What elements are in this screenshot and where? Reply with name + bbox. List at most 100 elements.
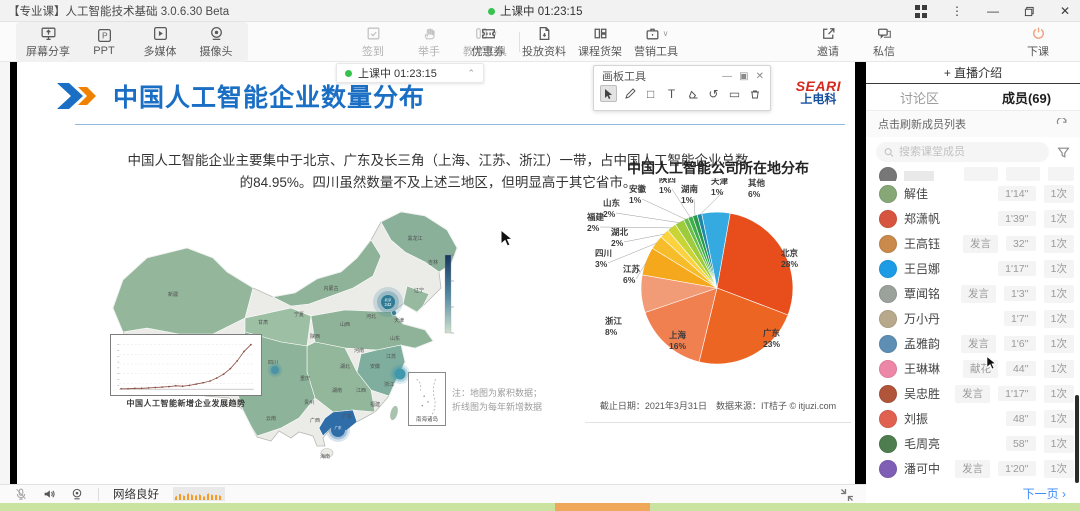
chevron-down-icon: ∨ <box>663 29 669 38</box>
member-duration: 1'6'' <box>1004 336 1036 351</box>
dm-button[interactable]: 私信 <box>856 23 912 61</box>
member-duration: 1'20'' <box>998 461 1036 476</box>
member-row[interactable]: 万小丹 1'7''1次 <box>866 306 1080 331</box>
close-button[interactable]: ✕ <box>1058 4 1072 18</box>
member-duration: 1'17'' <box>998 261 1036 276</box>
search-input[interactable] <box>899 146 1041 158</box>
check-in-button[interactable]: 签到 <box>345 23 401 61</box>
shelf-button[interactable]: 课程货架 <box>572 23 628 61</box>
pen-tool-button[interactable] <box>621 85 638 102</box>
invite-button[interactable]: 邀请 <box>800 23 856 61</box>
member-row[interactable]: 王吕娜 1'17''1次 <box>866 256 1080 281</box>
webcam-icon[interactable] <box>70 487 84 501</box>
member-name: 毛周亮 <box>904 435 940 452</box>
marketing-tools-button[interactable]: ∨ 营销工具 <box>628 23 684 61</box>
member-list[interactable]: 解佳 1'14''1次 郑潇帆 1'39''1次 王高钰 发言32''1次 王吕… <box>866 167 1080 484</box>
layout-grid-icon[interactable] <box>914 4 928 18</box>
eraser-icon <box>687 88 699 100</box>
collapse-chevron-icon[interactable]: ⌃ <box>467 68 475 79</box>
minimize-button[interactable]: — <box>986 4 1000 18</box>
check-in-icon <box>365 25 382 42</box>
panel-close-icon[interactable]: ✕ <box>756 71 764 82</box>
trend-line <box>121 345 251 389</box>
maximize-button[interactable] <box>1022 4 1036 18</box>
board-tools-panel: 画板工具 — ▣ ✕ □ T ↺ ▭ <box>593 65 771 111</box>
member-badge[interactable]: 发言 <box>963 235 998 253</box>
avatar <box>879 460 897 478</box>
member-row[interactable]: 毛周亮 58''1次 <box>866 431 1080 456</box>
south-sea-inset: 南海诸岛 <box>408 372 446 426</box>
member-row[interactable]: 覃闻铭 发言1'3''1次 <box>866 281 1080 306</box>
member-badge[interactable]: 发言 <box>955 385 990 403</box>
microphone-muted-icon[interactable] <box>14 487 28 501</box>
member-row[interactable]: 刘振 48''1次 <box>866 406 1080 431</box>
province-label-辽宁: 辽宁 <box>414 287 424 294</box>
coupon-button[interactable]: 优惠券 <box>460 23 516 61</box>
province-label-重庆: 重庆 <box>300 375 310 382</box>
province-label-福建: 福建 <box>370 401 380 408</box>
tab-discussion[interactable]: 讨论区 <box>866 84 973 110</box>
refresh-members-row[interactable]: 点击刷新成员列表 <box>866 111 1080 137</box>
eraser-tool-button[interactable] <box>684 85 701 102</box>
member-row[interactable]: 孟雅韵 发言1'6''1次 <box>866 331 1080 356</box>
avatar <box>879 410 897 428</box>
invite-icon <box>820 25 837 42</box>
member-row[interactable]: 王琳琳 献花44''1次 <box>866 356 1080 381</box>
member-row[interactable]: 解佳 1'14''1次 <box>866 181 1080 206</box>
raise-hand-button[interactable]: 举手 <box>401 23 457 61</box>
live-intro-label: + 直播介绍 <box>944 64 1002 81</box>
refresh-icon[interactable] <box>1056 118 1068 130</box>
clear-tool-button[interactable] <box>747 85 764 102</box>
bottom-progress-strip <box>0 503 1080 511</box>
slide-canvas[interactable]: 上课中 01:23:15 ⌃ 画板工具 — ▣ ✕ □ T <box>17 62 855 484</box>
tab-members[interactable]: 成员(69) <box>973 84 1080 110</box>
speaker-icon[interactable] <box>42 487 56 501</box>
avatar <box>879 185 897 203</box>
class-status: 上课中 01:23:15 <box>488 0 582 22</box>
province-label-湖南: 湖南 <box>332 387 342 394</box>
province-label-湖北: 湖北 <box>340 363 350 370</box>
member-row[interactable]: 潘可中 发言1'20''1次 <box>866 456 1080 481</box>
undo-tool-button[interactable]: ↺ <box>705 85 722 102</box>
panel-tabs: 讨论区 成员(69) <box>866 84 1080 111</box>
member-badge[interactable]: 发言 <box>961 285 996 303</box>
bubble-label-广东: 广东 <box>335 425 343 430</box>
map-note-line-1: 注：地图为累积数据； <box>452 386 542 400</box>
member-name: 万小丹 <box>904 310 940 327</box>
class-status-text: 上课中 01:23:15 <box>500 3 582 19</box>
live-intro-header[interactable]: + 直播介绍 <box>866 62 1080 84</box>
board-tool-button[interactable]: ▭ <box>726 85 743 102</box>
marketing-label: 营销工具 <box>634 43 678 59</box>
more-menu-icon[interactable]: ⋮ <box>950 4 964 18</box>
search-box[interactable] <box>876 142 1049 162</box>
panel-minimize-icon[interactable]: — <box>722 71 732 82</box>
member-count: 1次 <box>1044 285 1074 303</box>
member-row[interactable]: 吴忠胜 发言1'17''1次 <box>866 381 1080 406</box>
member-duration: 1'39'' <box>998 211 1036 226</box>
webcam-button[interactable]: 摄像头 <box>188 23 244 61</box>
exit-fullscreen-icon[interactable] <box>840 488 854 502</box>
materials-button[interactable]: 投放资料 <box>516 23 572 61</box>
ppt-button[interactable]: P PPT <box>76 23 132 61</box>
marketing-icon <box>644 25 661 42</box>
south-sea-label: 南海诸岛 <box>409 415 445 423</box>
panel-restore-icon[interactable]: ▣ <box>739 71 748 82</box>
member-badge[interactable]: 发言 <box>955 460 990 478</box>
screen-share-button[interactable]: 屏幕分享 <box>20 23 76 61</box>
board-panel-title: 画板工具 <box>602 68 646 84</box>
next-page-button[interactable]: 下一页 › <box>1023 485 1066 502</box>
member-badge[interactable]: 发言 <box>961 335 996 353</box>
filter-funnel-icon[interactable] <box>1057 146 1070 159</box>
member-row[interactable]: 郑潇帆 1'39''1次 <box>866 206 1080 231</box>
pie-label-广东: 广东23% <box>763 328 781 349</box>
members-scrollbar[interactable] <box>1075 395 1079 483</box>
progress-orange-segment <box>555 503 650 511</box>
member-row[interactable]: 王高钰 发言32''1次 <box>866 231 1080 256</box>
shape-tool-button[interactable]: □ <box>642 85 659 102</box>
media-button[interactable]: 多媒体 <box>132 23 188 61</box>
end-class-button[interactable]: 下课 <box>1010 23 1066 61</box>
select-tool-button[interactable] <box>600 85 617 102</box>
avatar <box>879 260 897 278</box>
text-tool-button[interactable]: T <box>663 85 680 102</box>
shelf-icon <box>592 25 609 42</box>
